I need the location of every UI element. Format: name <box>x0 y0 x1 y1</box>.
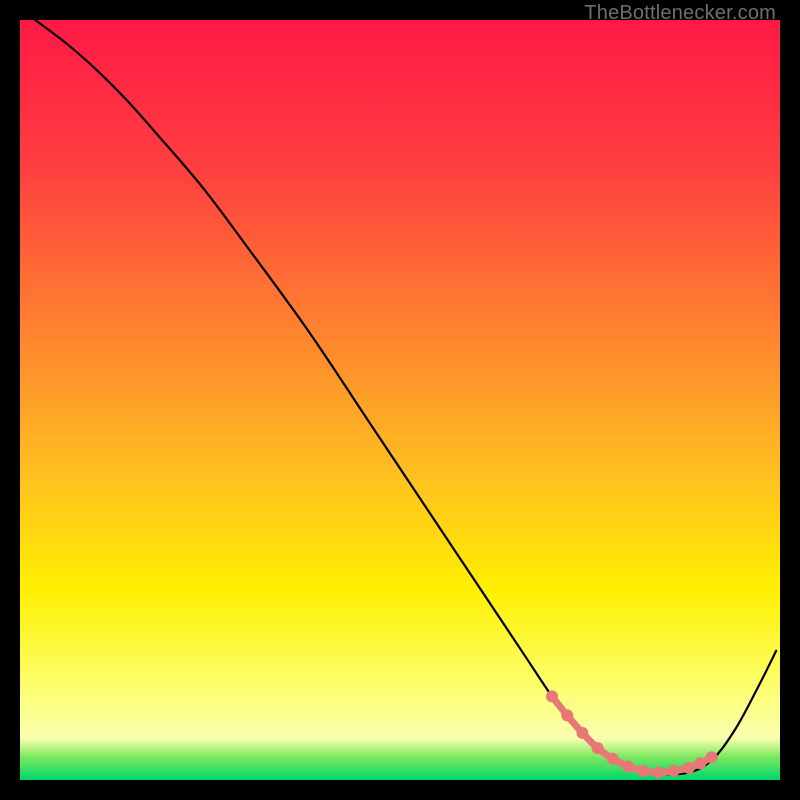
highlight-dot <box>637 765 649 777</box>
highlight-dot <box>592 742 604 754</box>
watermark: TheBottlenecker.com <box>584 2 776 25</box>
highlight-dot <box>683 762 695 774</box>
highlight-dot <box>652 766 664 778</box>
gradient-background <box>20 20 780 780</box>
highlight-dot <box>561 709 573 721</box>
highlight-dot <box>694 757 706 769</box>
highlight-dot <box>546 690 558 702</box>
chart-frame <box>20 20 780 780</box>
highlight-dot <box>706 751 718 763</box>
highlight-dot <box>622 760 634 772</box>
highlight-dot <box>607 753 619 765</box>
bottleneck-chart <box>20 20 780 780</box>
highlight-dot <box>668 765 680 777</box>
highlight-dot <box>576 727 588 739</box>
